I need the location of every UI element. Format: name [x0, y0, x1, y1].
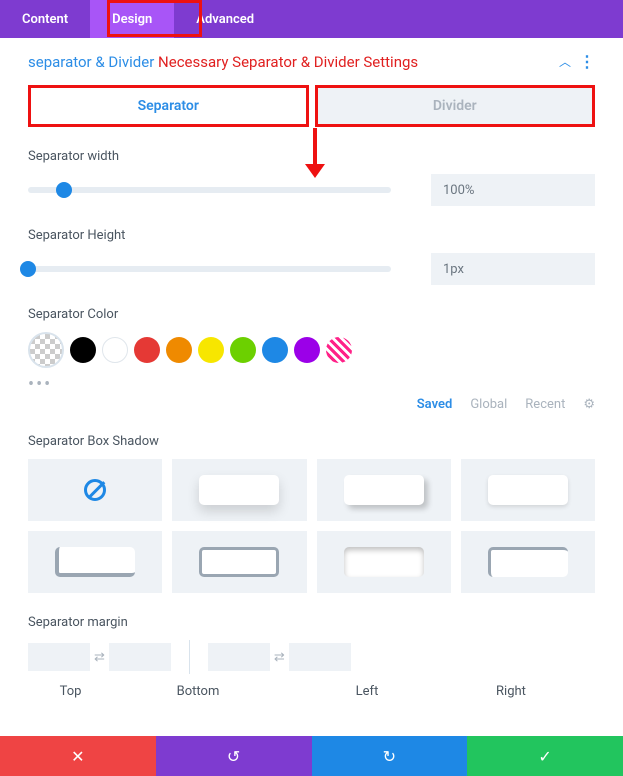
more-colors-icon[interactable]: ••• — [28, 374, 595, 395]
title-part-a: separator & Divider — [28, 53, 154, 71]
gear-icon[interactable]: ⚙ — [583, 397, 595, 412]
shadow-opt-5[interactable] — [172, 531, 306, 593]
shadow-preview — [344, 547, 424, 577]
width-slider-thumb[interactable] — [56, 182, 72, 198]
top-tabs: Content Design Advanced — [0, 0, 623, 38]
link-icon[interactable]: ⇄ — [94, 650, 105, 665]
subtab-separator[interactable]: Separator — [28, 85, 309, 127]
margin-label: Separator margin — [28, 615, 595, 630]
shadow-preview — [199, 475, 279, 505]
preset-global[interactable]: Global — [470, 397, 507, 412]
swatch-yellow[interactable] — [198, 337, 224, 363]
preset-recent[interactable]: Recent — [525, 397, 565, 412]
shadow-preview — [488, 475, 568, 505]
subtab-divider[interactable]: Divider — [315, 85, 596, 127]
section-title: separator & Divider Necessary Separator … — [28, 53, 418, 71]
swatch-purple[interactable] — [294, 337, 320, 363]
width-slider[interactable] — [28, 187, 391, 193]
margin-left-input[interactable] — [208, 643, 270, 671]
shadow-opt-4[interactable] — [28, 531, 162, 593]
shadow-preview — [55, 547, 135, 577]
color-label: Separator Color — [28, 307, 595, 322]
swatch-red[interactable] — [134, 337, 160, 363]
swatch-orange[interactable] — [166, 337, 192, 363]
swatch-blue[interactable] — [262, 337, 288, 363]
margin-right-label: Right — [451, 684, 571, 699]
divider — [189, 640, 190, 674]
shadow-opt-2[interactable] — [317, 459, 451, 521]
undo-button[interactable]: ↺ — [156, 736, 312, 776]
margin-right-input[interactable] — [289, 643, 351, 671]
margin-top-label: Top — [28, 684, 113, 699]
shadow-preview — [488, 547, 568, 577]
preset-saved[interactable]: Saved — [417, 397, 453, 412]
shadow-opt-7[interactable] — [461, 531, 595, 593]
kebab-menu-icon[interactable]: ⋮ — [579, 52, 595, 71]
shadow-opt-6[interactable] — [317, 531, 451, 593]
width-value[interactable]: 100% — [431, 174, 595, 206]
link-icon[interactable]: ⇄ — [274, 650, 285, 665]
none-icon — [84, 479, 106, 501]
shadow-opt-3[interactable] — [461, 459, 595, 521]
swatch-green[interactable] — [230, 337, 256, 363]
collapse-icon[interactable]: ︿ — [559, 53, 571, 70]
color-swatches — [28, 332, 595, 368]
margin-bottom-input[interactable] — [109, 643, 171, 671]
margin-top-input[interactable] — [28, 643, 90, 671]
check-icon: ✓ — [538, 747, 551, 766]
shadow-preview — [199, 547, 279, 577]
margin-bottom-label: Bottom — [113, 684, 283, 699]
shadow-label: Separator Box Shadow — [28, 434, 595, 449]
shadow-none[interactable] — [28, 459, 162, 521]
swatch-transparent[interactable] — [28, 332, 64, 368]
shadow-opt-1[interactable] — [172, 459, 306, 521]
cancel-button[interactable]: ✕ — [0, 736, 156, 776]
tab-content[interactable]: Content — [0, 0, 90, 38]
close-icon: ✕ — [71, 747, 84, 766]
height-label: Separator Height — [28, 228, 595, 243]
swatch-black[interactable] — [70, 337, 96, 363]
shadow-preview — [344, 475, 424, 505]
height-slider[interactable] — [28, 266, 391, 272]
save-button[interactable]: ✓ — [467, 736, 623, 776]
highlight-box-design — [107, 0, 202, 37]
redo-button[interactable]: ↻ — [312, 736, 468, 776]
height-slider-thumb[interactable] — [20, 261, 36, 277]
width-label: Separator width — [28, 149, 595, 164]
swatch-white[interactable] — [102, 337, 128, 363]
title-part-b: Necessary Separator & Divider Settings — [158, 53, 418, 71]
height-value[interactable]: 1px — [431, 253, 595, 285]
undo-icon: ↺ — [227, 747, 240, 766]
swatch-striped[interactable] — [326, 337, 352, 363]
margin-left-label: Left — [283, 684, 451, 699]
redo-icon: ↻ — [383, 747, 396, 766]
